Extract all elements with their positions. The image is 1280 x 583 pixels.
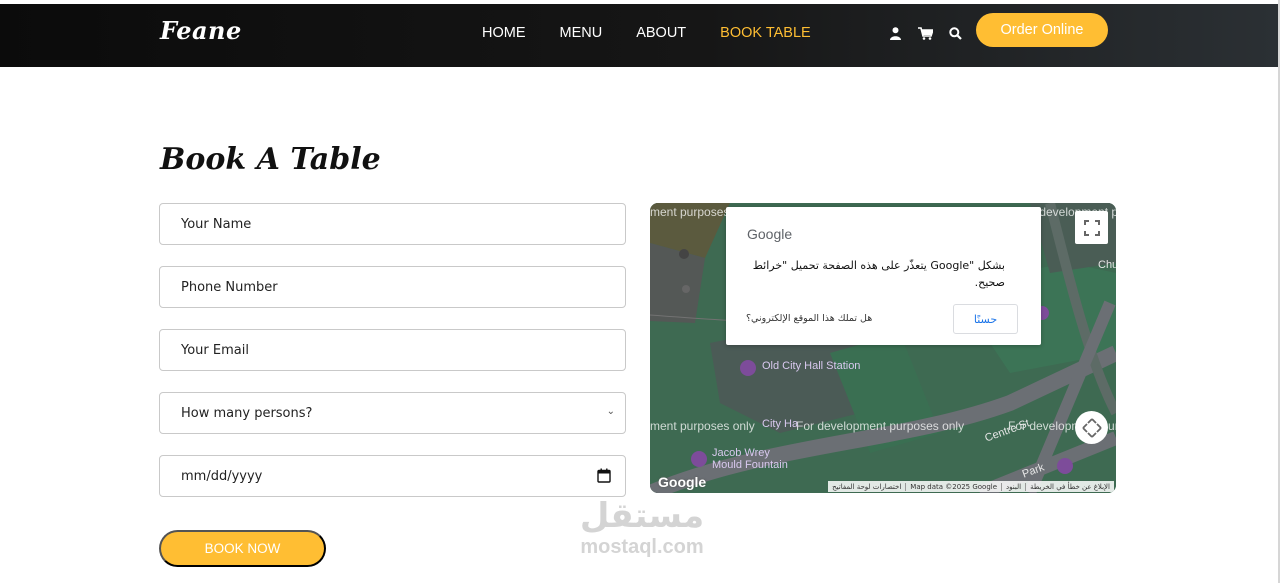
email-field[interactable]: Your Email [159,329,626,371]
book-now-button[interactable]: BOOK NOW [159,530,326,567]
own-site-link[interactable]: هل تملك هذا الموقع الإلكتروني؟ [746,313,872,324]
phone-placeholder: Phone Number [181,279,278,295]
user-icon[interactable] [887,25,903,41]
dev-watermark-center: For development purposes only [796,419,965,433]
nav-home[interactable]: HOME [482,22,526,44]
order-online-button[interactable]: Order Online [976,13,1108,47]
persons-selected-value: How many persons? [181,405,313,421]
map-error-dialog: Google بشكل "Google يتعذّر على هذه الصفح… [726,207,1041,345]
site-header: Feane HOME MENU ABOUT BOOK TABLE Order O… [0,4,1278,67]
pan-arrows-icon [1081,417,1102,438]
google-logo: Google [747,226,793,242]
report-error-link[interactable]: الإبلاغ عن خطأ في الخريطة [1025,482,1114,491]
nav-menu[interactable]: MENU [560,22,603,44]
map-data-credit: Map data ©2025 Google [905,482,1001,491]
date-placeholder: mm/dd/yyyy [181,468,263,484]
nav-book-table[interactable]: BOOK TABLE [720,22,811,44]
map-embed[interactable]: ment purposes only r development purpose… [650,203,1116,493]
map-error-message: بشكل "Google يتعذّر على هذه الصفحة تحميل… [752,259,1005,289]
cart-icon[interactable] [917,25,933,41]
map-label-chu: Chu [1098,259,1116,271]
fullscreen-button[interactable] [1075,211,1108,244]
date-field[interactable]: mm/dd/yyyy [159,455,626,497]
calendar-icon[interactable] [597,468,611,483]
nav-about[interactable]: ABOUT [636,22,686,44]
terms-link[interactable]: البنود [1001,482,1025,491]
map-label-old-city-hall: Old City Hall Station [762,360,861,372]
name-field[interactable]: Your Name [159,203,626,245]
chevron-down-icon: ⌄ [606,406,615,417]
page-title: Book A Table [160,142,381,177]
map-label-fountain-2: Mould Fountain [712,459,788,471]
map-attribution: اختصارات لوحة المفاتيح Map data ©2025 Go… [828,481,1114,492]
header-icons [887,25,963,41]
dialog-ok-button[interactable]: حسنًا [953,304,1018,334]
keyboard-shortcuts-link[interactable]: اختصارات لوحة المفاتيح [828,483,905,491]
phone-field[interactable]: Phone Number [159,266,626,308]
search-icon[interactable] [947,25,963,41]
dev-watermark-left: ment purposes only [650,419,755,433]
camera-control-button[interactable] [1075,411,1108,444]
persons-select[interactable]: How many persons? ⌄ [159,392,626,434]
fullscreen-icon [1083,219,1100,236]
map-label-fountain-1: Jacob Wrey [712,447,770,459]
email-placeholder: Your Email [181,342,249,358]
main-nav: HOME MENU ABOUT BOOK TABLE [482,22,845,44]
watermark-latin: mostaql.com [580,536,704,558]
mostaql-watermark: مستقل mostaql.com [562,496,722,558]
watermark-arabic: مستقل [579,496,705,536]
map-label-city-hall: City Ha [762,418,799,430]
page: Feane HOME MENU ABOUT BOOK TABLE Order O… [0,0,1280,583]
brand-logo[interactable]: Feane [160,16,242,45]
name-placeholder: Your Name [181,216,252,232]
google-map-logo[interactable]: Google [658,474,706,490]
